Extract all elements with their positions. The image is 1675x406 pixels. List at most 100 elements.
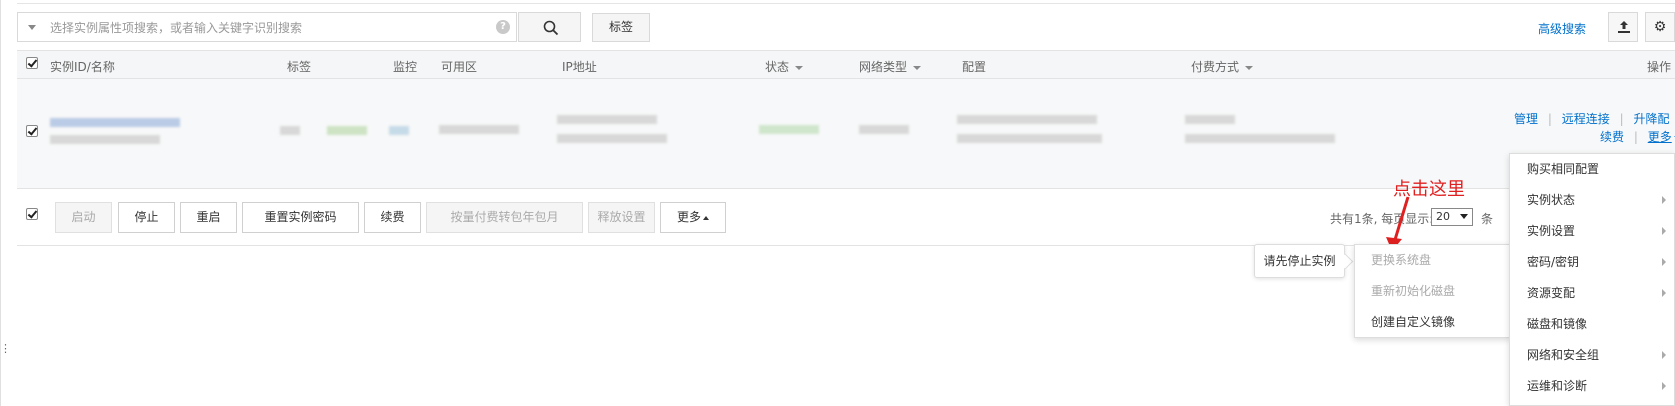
menu-item-label: 实例状态: [1527, 193, 1576, 207]
chevron-up-icon: [703, 215, 709, 220]
tag-redacted: [327, 126, 367, 135]
search-button[interactable]: [518, 12, 581, 42]
search-input[interactable]: 选择实例属性项搜索，或者输入关键字识别搜索: [50, 19, 302, 36]
billing-redacted: [1185, 134, 1335, 143]
col-tags: 标签: [287, 60, 312, 74]
action-separator: |: [1547, 112, 1552, 126]
menu-item-disk-image[interactable]: 磁盘和镜像: [1510, 309, 1674, 340]
chevron-right-icon: [1662, 227, 1666, 235]
menu-item-label: 密码/密钥: [1527, 255, 1580, 269]
bulk-select-checkbox[interactable]: [26, 208, 38, 220]
network-redacted: [859, 125, 909, 134]
export-button[interactable]: [1608, 12, 1638, 42]
page-size-value: 20: [1436, 210, 1450, 223]
instance-name-redacted: [50, 135, 160, 144]
chevron-right-icon: [1662, 196, 1666, 204]
upgrade-link[interactable]: 升降配: [1633, 112, 1669, 126]
menu-item-network-security[interactable]: 网络和安全组: [1510, 340, 1674, 371]
col-actions: 操作: [1647, 60, 1672, 74]
more-button[interactable]: 更多: [660, 202, 726, 233]
col-status-label: 状态: [765, 60, 790, 74]
disk-image-submenu: 更换系统盘 重新初始化磁盘 创建自定义镜像: [1354, 244, 1511, 338]
menu-item-label: 购买相同配置: [1527, 162, 1600, 176]
search-box[interactable]: 选择实例属性项搜索，或者输入关键字识别搜索 ?: [17, 12, 517, 42]
manage-link[interactable]: 管理: [1514, 112, 1538, 126]
config-redacted: [957, 134, 1102, 143]
action-separator: |: [1633, 130, 1638, 144]
submenu-item-reinit-disk[interactable]: 重新初始化磁盘: [1355, 276, 1510, 307]
submenu-item-create-image[interactable]: 创建自定义镜像: [1355, 307, 1510, 338]
stop-instance-tooltip: 请先停止实例: [1254, 244, 1345, 278]
menu-item-buy-same-config[interactable]: 购买相同配置: [1510, 154, 1674, 185]
action-separator: |: [1619, 112, 1624, 126]
advanced-search-link[interactable]: 高级搜索: [1538, 20, 1586, 37]
export-icon: [1618, 21, 1630, 33]
more-dropdown-menu: 购买相同配置 实例状态 实例设置 密码/密钥 资源变配 磁盘和镜像 网络和安全组…: [1509, 153, 1675, 406]
settings-button[interactable]: ⚙: [1645, 12, 1675, 42]
gear-icon: ⚙: [1653, 19, 1667, 35]
release-settings-button[interactable]: 释放设置: [588, 202, 655, 233]
col-config: 配置: [962, 60, 987, 74]
menu-item-ops-diagnostics[interactable]: 运维和诊断: [1510, 371, 1674, 402]
billing-redacted: [1185, 115, 1235, 124]
col-id-name: 实例ID/名称: [50, 60, 115, 74]
col-network[interactable]: 网络类型: [859, 58, 922, 75]
chevron-right-icon: [1662, 351, 1666, 359]
col-status[interactable]: 状态: [765, 58, 804, 75]
row-actions-line2: 续费 | 更多: [1600, 128, 1675, 145]
col-monitor: 监控: [393, 60, 418, 74]
row-actions-line1: 管理 | 远程连接 | 升降配: [1514, 110, 1669, 127]
sort-caret-icon[interactable]: [1245, 65, 1254, 70]
table-header: 实例ID/名称 标签 监控 可用区 IP地址 状态 网络类型 配置 付费方式 操…: [17, 50, 1675, 79]
select-all-checkbox[interactable]: [26, 57, 38, 69]
col-billing[interactable]: 付费方式: [1191, 58, 1254, 75]
remote-connect-link[interactable]: 远程连接: [1562, 112, 1610, 126]
submenu-item-replace-system-disk[interactable]: 更换系统盘: [1355, 245, 1510, 276]
chevron-right-icon: [1662, 258, 1666, 266]
search-icon: [543, 20, 559, 36]
more-link-label[interactable]: 更多: [1648, 130, 1672, 144]
menu-item-resource-change[interactable]: 资源变配: [1510, 278, 1674, 309]
menu-item-label: 资源变配: [1527, 286, 1576, 300]
col-zone: 可用区: [441, 60, 478, 74]
menu-item-label: 实例设置: [1527, 224, 1576, 238]
menu-item-instance-status[interactable]: 实例状态: [1510, 185, 1674, 216]
help-icon[interactable]: ?: [496, 20, 510, 34]
menu-item-instance-settings[interactable]: 实例设置: [1510, 216, 1674, 247]
sort-caret-icon[interactable]: [913, 65, 922, 70]
tag-redacted: [280, 126, 300, 135]
search-filter-caret-icon[interactable]: [28, 25, 36, 30]
pager-unit: 条: [1481, 212, 1494, 226]
page-size-select[interactable]: 20: [1431, 208, 1473, 226]
top-divider: [17, 3, 1675, 4]
sort-caret-icon[interactable]: [795, 65, 804, 70]
col-billing-label: 付费方式: [1191, 60, 1240, 74]
monitor-redacted: [389, 126, 409, 135]
menu-item-label: 网络和安全组: [1527, 348, 1600, 362]
tag-button[interactable]: 标签: [592, 13, 650, 42]
chevron-right-icon: [1662, 289, 1666, 297]
col-ip: IP地址: [562, 60, 597, 74]
menu-item-label: 运维和诊断: [1527, 379, 1588, 393]
reset-password-button[interactable]: 重置实例密码: [242, 202, 359, 233]
table-row: 管理 | 远程连接 | 升降配 续费 | 更多: [17, 79, 1675, 189]
stop-button[interactable]: 停止: [118, 202, 175, 233]
more-link[interactable]: 更多: [1648, 130, 1675, 144]
restart-button[interactable]: 重启: [180, 202, 237, 233]
chevron-down-icon: [1460, 214, 1468, 219]
ip-redacted: [557, 115, 657, 124]
instance-id-redacted[interactable]: [50, 118, 180, 127]
menu-item-label: 磁盘和镜像: [1527, 317, 1588, 331]
start-button[interactable]: 启动: [55, 202, 112, 233]
menu-item-password-key[interactable]: 密码/密钥: [1510, 247, 1674, 278]
status-redacted: [759, 125, 819, 134]
col-network-label: 网络类型: [859, 60, 908, 74]
row-checkbox[interactable]: [26, 125, 38, 137]
renew-link[interactable]: 续费: [1600, 130, 1624, 144]
convert-billing-button[interactable]: 按量付费转包年包月: [426, 202, 583, 233]
chevron-right-icon: [1662, 382, 1666, 390]
zone-redacted: [439, 125, 519, 134]
config-redacted: [957, 115, 1097, 124]
more-button-label: 更多: [676, 210, 701, 224]
renew-button[interactable]: 续费: [364, 202, 421, 233]
